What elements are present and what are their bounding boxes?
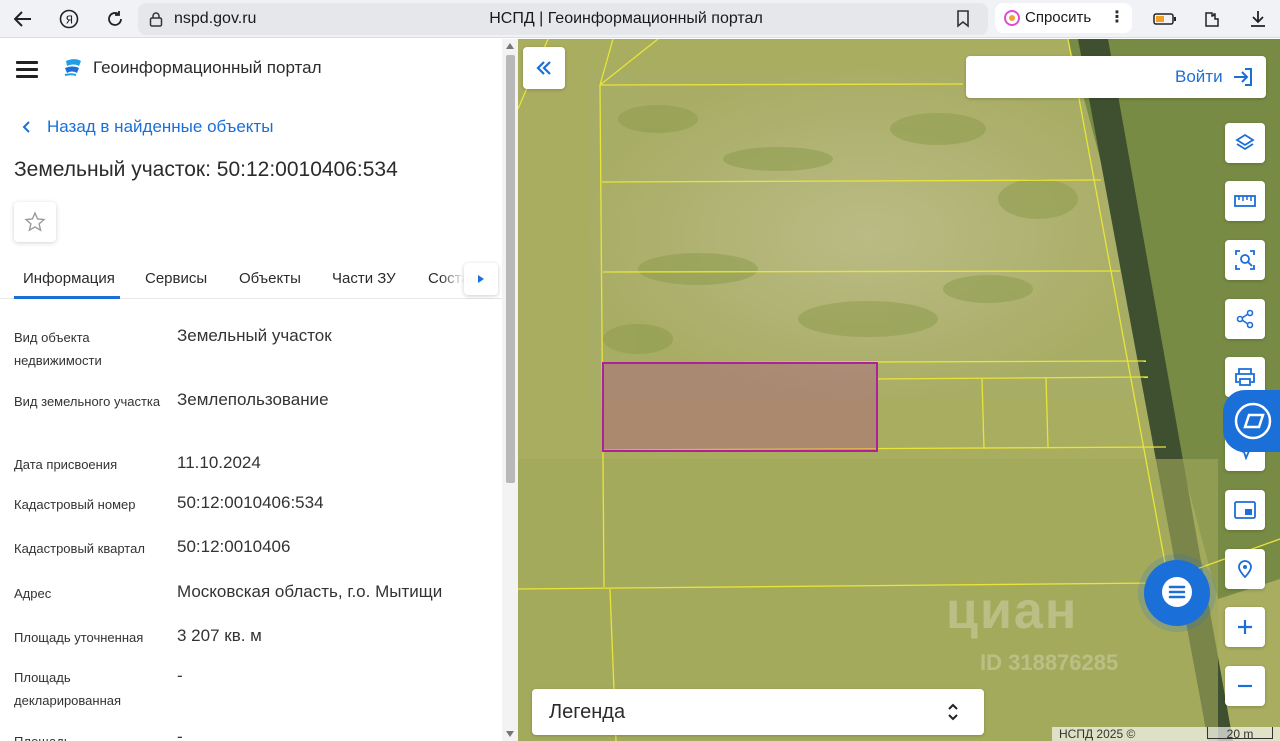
login-label: Войти (1175, 67, 1223, 86)
chevron-up-down-icon (948, 703, 958, 721)
geolocation-icon (1238, 560, 1252, 579)
info-label-area-specified: Площадь уточненная (14, 630, 144, 645)
tabs-scroll-right-button[interactable] (464, 263, 498, 295)
info-value-cadastral-number: 50:12:0010406:534 (177, 493, 324, 512)
caret-right-icon (478, 275, 484, 283)
watermark: циан (946, 582, 1079, 640)
scroll-down-icon[interactable] (506, 731, 514, 737)
map-pin-widget-icon (1234, 402, 1272, 440)
reload-icon[interactable] (100, 5, 130, 33)
info-value-address: Московская область, г.о. Мытищи (177, 582, 443, 601)
scroll-up-icon[interactable] (506, 43, 514, 49)
map-attribution: НСПД 2025 © 20 m (1052, 727, 1280, 741)
menu-icon[interactable] (16, 61, 38, 78)
promo-widget-button[interactable] (1223, 390, 1280, 452)
tab-bar: Информация Сервисы Объекты Части ЗУ Сост… (0, 261, 502, 299)
picture-in-picture-icon (1234, 501, 1256, 519)
layers-button[interactable] (1225, 123, 1265, 163)
share-button[interactable] (1225, 299, 1265, 339)
assistant-icon (1004, 10, 1020, 26)
info-value-object-type: Земельный участок (177, 326, 332, 345)
zoom-in-button[interactable] (1225, 607, 1265, 647)
back-to-results-link[interactable]: Назад в найденные объекты (20, 117, 273, 137)
ruler-icon (1234, 195, 1256, 207)
portal-logo-icon (64, 59, 81, 76)
back-link-label: Назад в найденные объекты (47, 117, 274, 136)
star-icon (24, 211, 46, 232)
ask-label: Спросить (1025, 9, 1092, 26)
plus-icon (1238, 620, 1252, 634)
browser-toolbar: Я nspd.gov.ru НСПД | Геоинформационный п… (0, 0, 1280, 38)
extensions-icon[interactable] (1198, 5, 1228, 33)
geolocation-button[interactable] (1225, 549, 1265, 589)
tab-objects[interactable]: Объекты (239, 270, 301, 287)
chat-bubble-icon (1162, 577, 1192, 607)
svg-text:Я: Я (66, 14, 74, 27)
attribution-text: НСПД 2025 © (1059, 727, 1136, 741)
minimap-button[interactable] (1225, 490, 1265, 530)
scrollbar-thumb[interactable] (506, 55, 515, 483)
address-bar[interactable]: nspd.gov.ru НСПД | Геоинформационный пор… (138, 3, 988, 35)
login-icon (1234, 68, 1252, 86)
info-value-cadastral-quarter: 50:12:0010406 (177, 537, 291, 556)
info-label-assign-date: Дата присвоения (14, 457, 118, 472)
panel-scrollbar[interactable] (502, 39, 518, 741)
info-label-area: Площадь (14, 730, 164, 741)
info-label-cadastral-number: Кадастровый номер (14, 497, 136, 512)
zoom-out-button[interactable] (1225, 666, 1265, 706)
info-label-address: Адрес (14, 586, 52, 601)
info-label-area-declared: Площадь декларированная (14, 670, 122, 708)
object-info-panel: Геоинформационный портал Назад в найденн… (0, 39, 518, 741)
page-title-tab: НСПД | Геоинформационный портал (489, 10, 763, 27)
collapse-panel-button[interactable] (523, 47, 565, 89)
info-value-area-specified: 3 207 кв. м (177, 626, 262, 645)
double-chevron-left-icon (536, 61, 551, 75)
share-icon (1236, 309, 1254, 329)
select-area-icon (1235, 250, 1255, 270)
satellite-map[interactable] (518, 39, 1280, 741)
tab-services[interactable]: Сервисы (145, 270, 207, 287)
measure-button[interactable] (1225, 181, 1265, 221)
layers-icon (1235, 133, 1255, 151)
info-value-area-declared: - (177, 666, 183, 685)
more-menu-icon[interactable]: ⋮ (1109, 7, 1125, 27)
chevron-left-icon (22, 121, 30, 133)
active-tab-indicator (14, 296, 120, 299)
info-label-land-type: Вид земельного участка (14, 394, 161, 409)
lock-icon (149, 12, 163, 27)
watermark-id: ID 318876285 (980, 650, 1119, 675)
url-text: nspd.gov.ru (174, 10, 257, 27)
info-value-assign-date: 11.10.2024 (177, 453, 261, 472)
info-value-land-type: Землепользование (177, 390, 329, 409)
download-icon[interactable] (1243, 5, 1273, 33)
object-title: Земельный участок: 50:12:0010406:534 (14, 158, 398, 181)
print-icon (1235, 368, 1255, 386)
info-label-object-type: Вид объекта недвижимости (14, 330, 102, 368)
chat-button[interactable] (1144, 560, 1210, 626)
favorite-button[interactable] (14, 202, 56, 242)
back-arrow-icon[interactable] (8, 5, 38, 33)
map-view[interactable]: циан ID 318876285 Войти Легенда НСПД 202… (518, 39, 1280, 741)
bookmark-icon[interactable] (956, 10, 970, 28)
info-label-cadastral-quarter: Кадастровый квартал (14, 541, 145, 556)
tab-parts[interactable]: Части ЗУ (332, 270, 396, 287)
info-value-area: - (177, 727, 183, 741)
scale-bar: 20 m (1207, 727, 1273, 741)
app-name: Геоинформационный портал (93, 58, 322, 77)
legend-label: Легенда (549, 701, 626, 723)
minus-icon (1238, 684, 1252, 688)
tab-information[interactable]: Информация (23, 270, 115, 287)
login-button[interactable]: Войти (966, 56, 1266, 98)
legend-dropdown[interactable]: Легенда (532, 689, 984, 735)
area-search-button[interactable] (1225, 240, 1265, 280)
yandex-icon[interactable]: Я (54, 5, 84, 33)
battery-icon (1150, 5, 1180, 33)
ask-assistant-button[interactable]: Спросить ⋮ (995, 3, 1132, 33)
